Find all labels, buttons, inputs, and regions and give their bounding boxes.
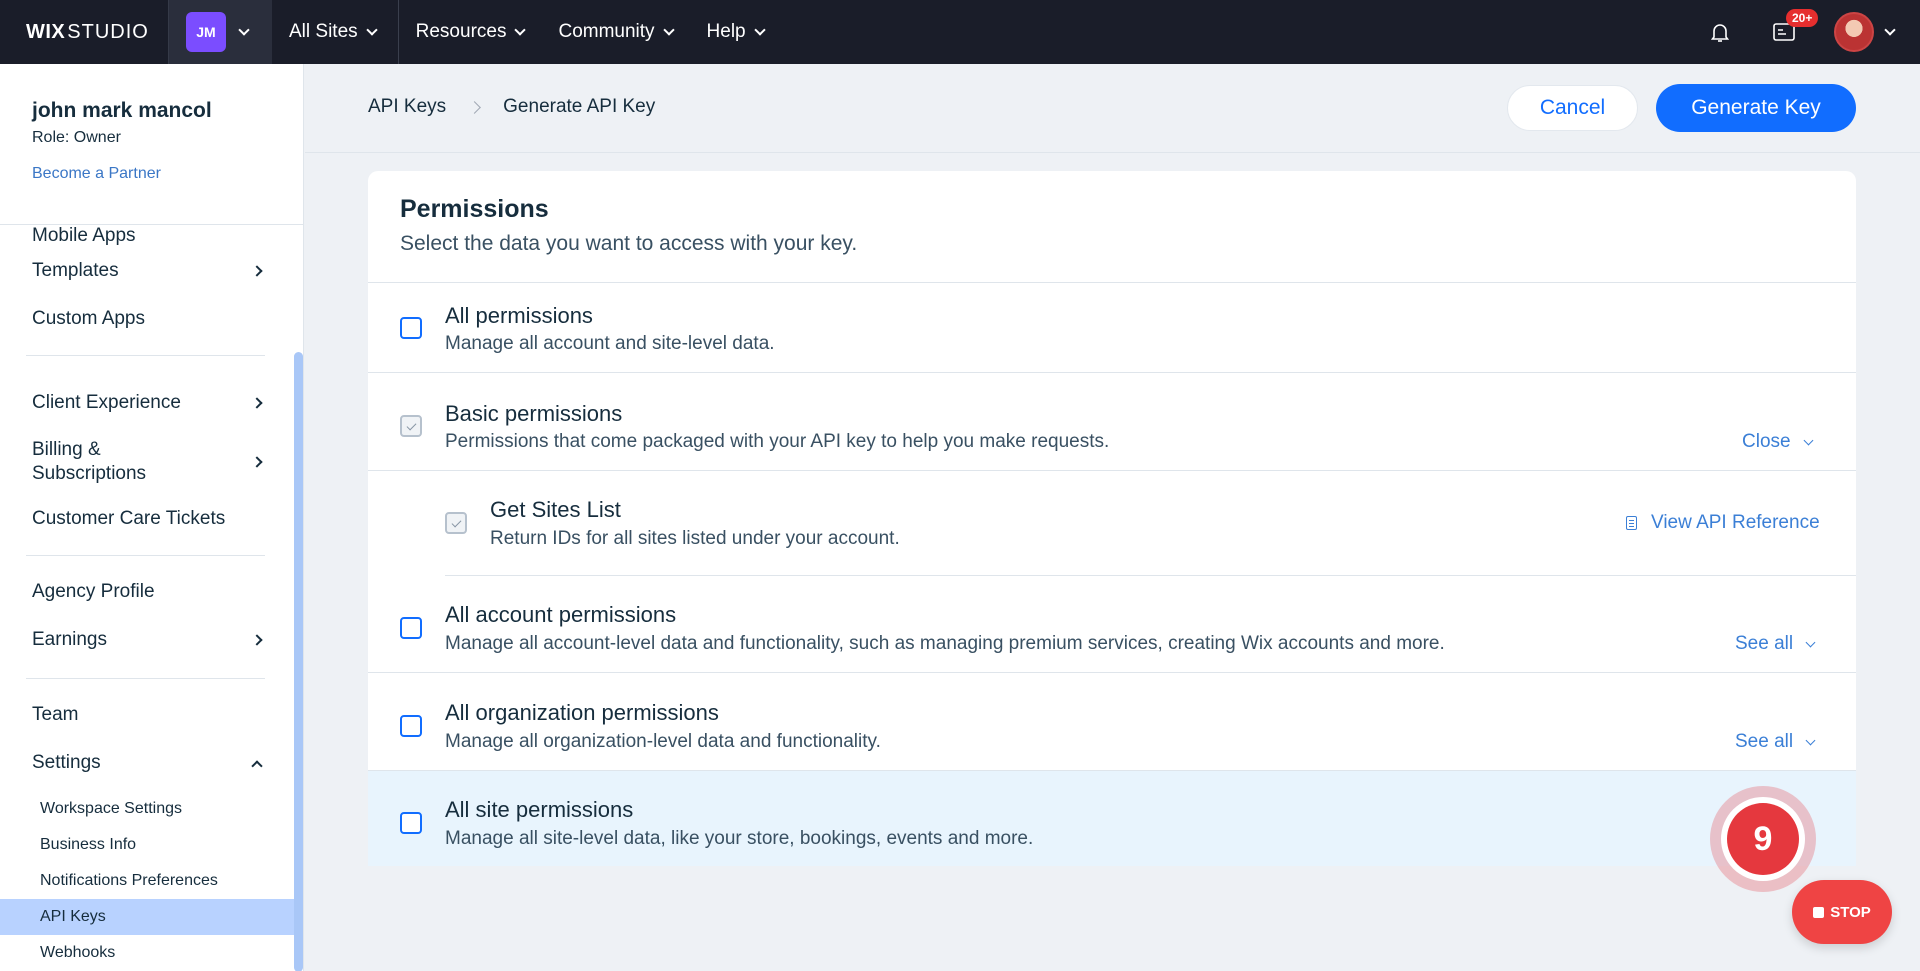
chevron-down-icon — [238, 23, 250, 36]
chevron-right-icon — [251, 634, 263, 646]
view-api-reference-link[interactable]: View API Reference — [1626, 512, 1820, 534]
permission-description: Manage all account and site-level data. — [445, 333, 775, 354]
chevron-down-icon — [662, 23, 675, 36]
user-menu[interactable] — [1834, 12, 1896, 52]
sidebar-item-billing[interactable]: Billing & Subscriptions — [0, 427, 303, 497]
permission-row-site: All site permissions Manage all site-lev… — [368, 771, 1856, 866]
chevron-down-icon — [1803, 435, 1814, 445]
generate-key-button[interactable]: Generate Key — [1656, 84, 1856, 132]
divider — [26, 678, 265, 679]
permission-row-all: All permissions Manage all account and s… — [368, 283, 1856, 373]
sidebar-item-team[interactable]: Team — [0, 691, 303, 739]
sidebar-item-settings[interactable]: Settings — [0, 739, 303, 787]
permission-row-account: All account permissions Manage all accou… — [368, 576, 1856, 673]
profile-section: john mark mancol Role: Owner Become a Pa… — [0, 64, 303, 225]
inbox-count-badge: 20+ — [1786, 9, 1819, 27]
notifications-button[interactable] — [1688, 0, 1752, 64]
see-all-organization-permissions[interactable]: See all — [1735, 731, 1816, 753]
all-permissions-checkbox[interactable] — [400, 317, 422, 339]
breadcrumb: API Keys Generate API Key — [368, 96, 655, 118]
resources-menu[interactable]: Resources — [399, 0, 542, 64]
step-counter-value: 9 — [1727, 803, 1799, 875]
stop-button[interactable]: STOP — [1792, 880, 1892, 944]
permission-title: All permissions — [445, 303, 593, 328]
chevron-down-icon — [365, 23, 378, 36]
divider — [305, 152, 1920, 153]
sidebar-item-custom-apps[interactable]: Custom Apps — [0, 295, 303, 343]
permissions-card: Permissions Select the data you want to … — [368, 171, 1856, 866]
chevron-down-icon — [1805, 735, 1816, 745]
user-role: Role: Owner — [32, 129, 121, 146]
get-sites-checkbox — [445, 512, 467, 534]
account-permissions-checkbox[interactable] — [400, 617, 422, 639]
permissions-title: Permissions — [400, 195, 549, 223]
step-counter-badge: 9 — [1710, 786, 1816, 892]
chevron-down-icon — [1805, 637, 1816, 647]
permission-description: Manage all organization-level data and f… — [445, 731, 881, 752]
divider — [26, 555, 265, 556]
permission-row-get-sites: Get Sites List Return IDs for all sites … — [368, 471, 1856, 576]
all-sites-menu[interactable]: All Sites — [272, 0, 399, 64]
permission-row-organization: All organization permissions Manage all … — [368, 673, 1856, 771]
permission-description: Manage all site-level data, like your st… — [445, 828, 1034, 849]
sidebar-item-customer-care[interactable]: Customer Care Tickets — [0, 497, 303, 541]
permission-title: Get Sites List — [490, 497, 621, 522]
permissions-header: Permissions Select the data you want to … — [368, 171, 1856, 283]
wix-studio-logo[interactable]: WIX STUDIO — [0, 0, 168, 64]
workspace-switcher[interactable]: JM — [168, 0, 272, 64]
sidebar-menu: Mobile Apps Templates Custom Apps Client… — [0, 225, 303, 971]
permission-description: Manage all account-level data and functi… — [445, 633, 1445, 654]
bell-icon — [1710, 24, 1730, 42]
close-basic-permissions[interactable]: Close — [1742, 431, 1814, 453]
chevron-right-icon — [251, 456, 263, 468]
become-partner-link[interactable]: Become a Partner — [32, 165, 271, 183]
workspace-avatar: JM — [186, 12, 226, 52]
sidebar-subitem-api-keys[interactable]: API Keys — [0, 899, 303, 935]
breadcrumb-current: Generate API Key — [503, 96, 656, 117]
sidebar: john mark mancol Role: Owner Become a Pa… — [0, 64, 304, 971]
sidebar-item-templates[interactable]: Templates — [0, 247, 303, 295]
site-permissions-checkbox[interactable] — [400, 812, 422, 834]
breadcrumb-api-keys[interactable]: API Keys — [368, 96, 446, 118]
permission-title: All account permissions — [445, 602, 677, 627]
sidebar-subitem-business-info[interactable]: Business Info — [0, 827, 303, 863]
permission-title: Basic permissions — [445, 401, 623, 426]
stop-icon — [1813, 906, 1825, 918]
permission-title: All site permissions — [445, 797, 634, 822]
sidebar-item-earnings[interactable]: Earnings — [0, 616, 303, 664]
sidebar-subitem-workspace-settings[interactable]: Workspace Settings — [0, 791, 303, 827]
chevron-down-icon — [753, 23, 766, 36]
chevron-down-icon — [514, 23, 527, 36]
help-menu[interactable]: Help — [690, 0, 781, 64]
chevron-right-icon — [251, 265, 263, 277]
permission-description: Permissions that come packaged with your… — [445, 431, 1110, 452]
basic-permissions-checkbox — [400, 415, 422, 437]
sidebar-subitem-webhooks[interactable]: Webhooks — [0, 935, 303, 971]
chevron-down-icon — [1884, 23, 1896, 36]
sidebar-item-client-experience[interactable]: Client Experience — [0, 379, 303, 427]
sidebar-subitem-notifications[interactable]: Notifications Preferences — [0, 863, 303, 899]
organization-permissions-checkbox[interactable] — [400, 715, 422, 737]
top-bar: WIX STUDIO JM All Sites Resources Communi… — [0, 0, 1920, 64]
sidebar-item-agency-profile[interactable]: Agency Profile — [0, 568, 303, 616]
see-all-account-permissions[interactable]: See all — [1735, 633, 1816, 655]
divider — [26, 355, 265, 356]
sidebar-scrollbar[interactable] — [294, 352, 303, 971]
avatar — [1834, 12, 1874, 52]
permissions-subtitle: Select the data you want to access with … — [400, 232, 858, 255]
cancel-button[interactable]: Cancel — [1507, 85, 1638, 131]
community-menu[interactable]: Community — [541, 0, 689, 64]
chevron-right-icon — [468, 100, 482, 114]
permission-description: Return IDs for all sites listed under yo… — [490, 528, 900, 549]
inbox-button[interactable]: 20+ — [1752, 0, 1819, 64]
permission-title: All organization permissions — [445, 700, 719, 725]
user-name: john mark mancol — [32, 99, 212, 122]
chevron-right-icon — [251, 397, 263, 409]
document-icon — [1626, 516, 1637, 530]
sidebar-item-mobile-apps[interactable]: Mobile Apps — [0, 225, 303, 247]
chevron-up-icon — [251, 760, 263, 772]
permission-row-basic: Basic permissions Permissions that come … — [368, 373, 1856, 471]
